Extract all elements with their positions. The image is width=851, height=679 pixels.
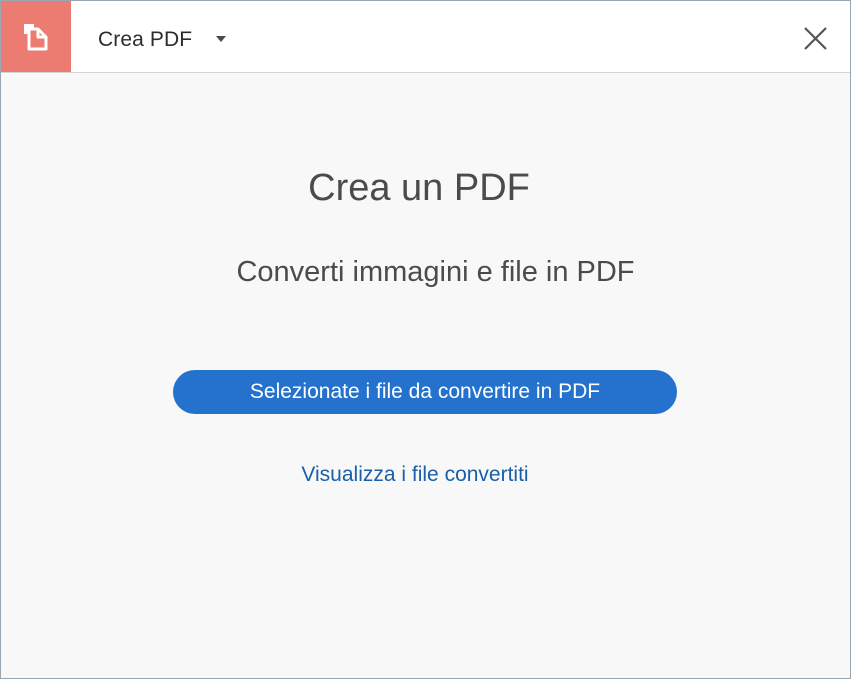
close-icon	[804, 27, 827, 50]
page-title: Crea un PDF	[308, 167, 530, 209]
tool-title: Crea PDF	[98, 28, 193, 51]
create-pdf-window: Crea PDF Crea un PDF Converti immagini e…	[0, 0, 851, 679]
select-files-button[interactable]: Selezionate i file da convertire in PDF	[173, 370, 677, 414]
create-pdf-icon	[24, 24, 48, 51]
app-icon-tile	[1, 1, 71, 72]
close-button[interactable]	[798, 21, 832, 55]
caret-down-icon	[216, 36, 227, 42]
main-content: Crea un PDF Converti immagini e file in …	[1, 73, 850, 678]
view-converted-files-link[interactable]: Visualizza i file convertiti	[1, 463, 829, 487]
page-subtitle: Converti immagini e file in PDF	[236, 256, 635, 288]
tool-switcher[interactable]: Crea PDF	[98, 25, 227, 55]
tool-header: Crea PDF	[1, 1, 850, 73]
